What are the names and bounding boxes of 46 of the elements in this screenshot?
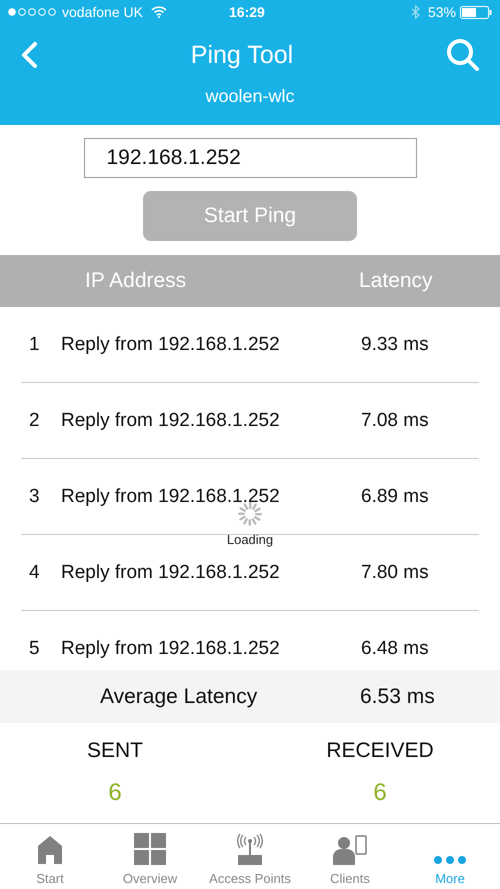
home-icon	[37, 835, 63, 865]
latency-value: 7.80 ms	[361, 562, 429, 584]
signal-icon	[8, 8, 58, 16]
reply-text: Reply from 192.168.1.252	[61, 638, 281, 660]
count-label: RECEIVED	[326, 739, 434, 763]
row-number: 3	[28, 486, 41, 508]
column-header: Latency	[359, 269, 433, 293]
latency-value: 7.08 ms	[361, 410, 429, 432]
clients-icon	[333, 835, 367, 865]
battery-icon	[460, 6, 492, 18]
page-title: Ping Tool	[190, 40, 294, 70]
router-icon	[236, 833, 264, 865]
average-latency-label: Average Latency	[100, 684, 258, 708]
row-number: 4	[28, 562, 41, 584]
latency-value: 6.89 ms	[361, 486, 429, 508]
count-label: SENT	[86, 739, 143, 763]
wifi-icon	[150, 6, 167, 18]
grid-icon	[134, 833, 166, 865]
battery-percent: 53%	[428, 4, 456, 20]
device-name: woolen-wlc	[204, 86, 296, 107]
row-number: 5	[28, 638, 41, 660]
count-value: 6	[108, 779, 122, 807]
tab-bar-item[interactable]: Clients	[300, 824, 400, 889]
row-number: 2	[28, 410, 41, 432]
loading-label: Loading	[226, 532, 274, 547]
reply-text: Reply from 192.168.1.252	[61, 486, 281, 508]
row-number: 1	[28, 334, 41, 356]
back-icon[interactable]	[20, 41, 38, 69]
tab-bar-item[interactable]: Overview	[100, 824, 200, 889]
search-icon[interactable]	[446, 38, 480, 72]
reply-text: Reply from 192.168.1.252	[61, 410, 281, 432]
tab-bar-item[interactable]: Access Points	[200, 824, 300, 889]
reply-text: Reply from 192.168.1.252	[61, 562, 281, 584]
latency-value: 9.33 ms	[361, 334, 429, 356]
count-value: 6	[373, 779, 387, 807]
ip-address-field[interactable]: 192.168.1.252	[84, 138, 416, 178]
clock-time: 16:29	[229, 4, 265, 20]
latency-value: 6.48 ms	[361, 638, 429, 660]
bluetooth-icon	[410, 5, 420, 19]
column-header: IP Address	[85, 269, 188, 293]
reply-text: Reply from 192.168.1.252	[61, 334, 281, 356]
average-latency-value: 6.53 ms	[360, 684, 435, 708]
tab-bar-item[interactable]: Start	[0, 824, 100, 889]
carrier-name: vodafone UK	[62, 4, 143, 20]
tab-bar-item[interactable]: More	[400, 824, 500, 889]
more-icon	[433, 855, 467, 865]
